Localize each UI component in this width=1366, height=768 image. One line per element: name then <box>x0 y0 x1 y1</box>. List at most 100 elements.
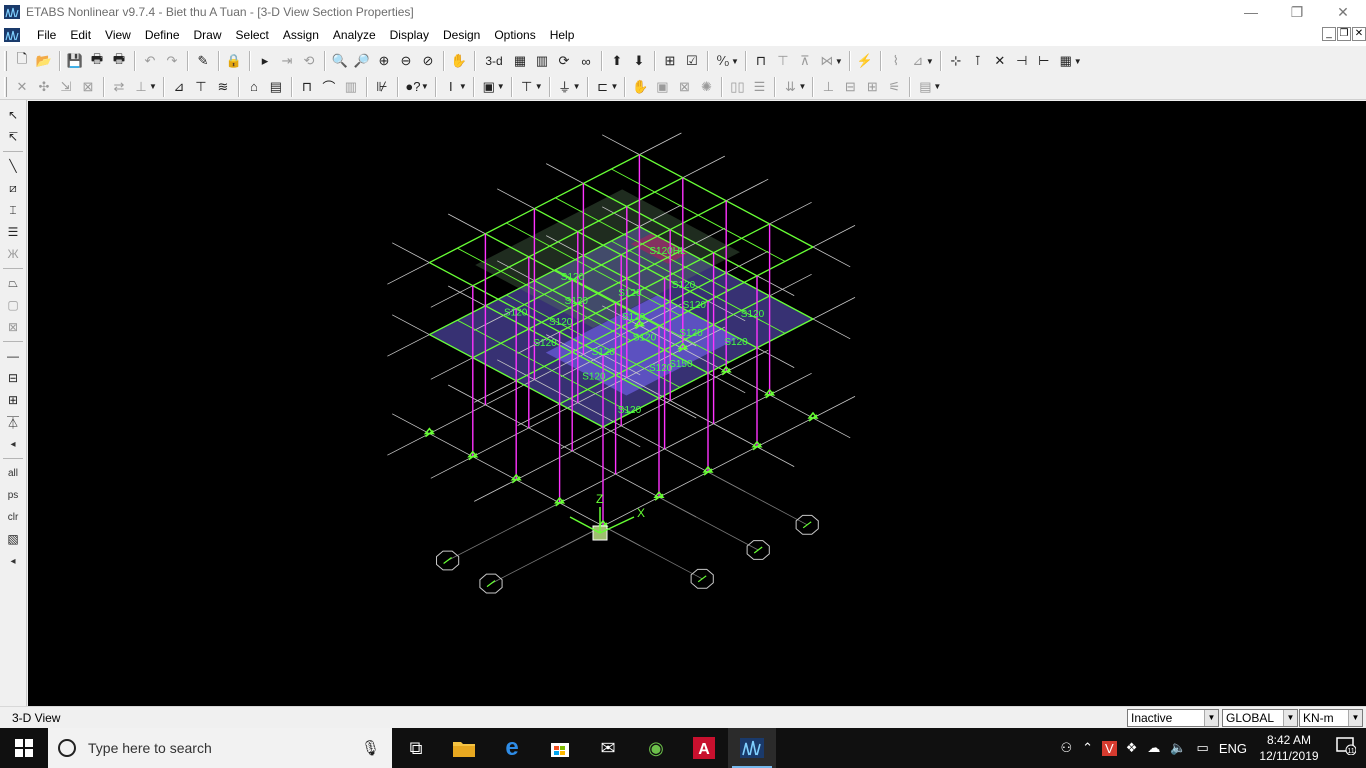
assign-3-icon[interactable]: ⊞ <box>861 76 883 98</box>
menu-define[interactable]: Define <box>138 28 187 42</box>
expand-left-icon[interactable]: ◂ <box>2 433 24 455</box>
taskbar-search-box[interactable]: Type here to search 🎙 <box>48 728 392 768</box>
lightning-icon[interactable]: ⚡ <box>854 50 876 72</box>
dropbox-icon[interactable]: ❖ <box>1121 740 1143 756</box>
chevron-down-icon[interactable]: ▼ <box>149 82 157 91</box>
chevron-down-icon[interactable]: ▼ <box>933 82 941 91</box>
chevron-down-icon[interactable]: ▼ <box>421 82 429 91</box>
mode-dropdown[interactable]: Inactive ▼ <box>1127 709 1219 727</box>
frame-releases-icon[interactable]: ⊤ <box>772 50 794 72</box>
chevron-down-icon[interactable]: ▼ <box>1348 710 1362 726</box>
frame-loads-icon[interactable]: ⊼ <box>794 50 816 72</box>
elevation-view-icon[interactable]: ▥ <box>531 50 553 72</box>
chevron-down-icon[interactable]: ▼ <box>459 82 467 91</box>
menu-analyze[interactable]: Analyze <box>326 28 383 42</box>
notification-center-icon[interactable]: 11 <box>1326 736 1366 760</box>
replicate-icon[interactable]: ✣ <box>33 76 55 98</box>
lock-icon[interactable]: 🔒 <box>223 50 245 72</box>
move-up-icon[interactable]: ⬆ <box>606 50 628 72</box>
menu-draw[interactable]: Draw <box>187 28 229 42</box>
clear-select-button[interactable]: clr <box>2 506 24 528</box>
zoom-previous-icon[interactable]: ⊘ <box>417 50 439 72</box>
edge-browser-icon[interactable]: e <box>488 728 536 768</box>
draw-line-icon[interactable]: ╲ <box>2 155 24 177</box>
select-all-button[interactable]: all <box>2 462 24 484</box>
snap-ends-icon[interactable]: ⊺ <box>967 50 989 72</box>
draw-wall-icon[interactable]: — <box>2 345 24 367</box>
menu-edit[interactable]: Edit <box>63 28 98 42</box>
draw-click-area-icon[interactable]: ⊠ <box>2 316 24 338</box>
zoom-window-icon[interactable]: 🔍 <box>329 50 351 72</box>
mdi-minimize-button[interactable]: _ <box>1322 27 1336 41</box>
chevron-down-icon[interactable]: ▼ <box>573 82 581 91</box>
redo-icon[interactable]: ↷ <box>161 50 183 72</box>
divide-icon[interactable]: ⊠ <box>77 76 99 98</box>
story-data-icon[interactable]: ⊤ <box>190 76 212 98</box>
chevron-down-icon[interactable]: ▼ <box>835 57 843 66</box>
maximize-button[interactable]: ❐ <box>1274 0 1320 24</box>
pan-icon[interactable]: ✋ <box>448 50 470 72</box>
assign-1-icon[interactable]: ⊥ <box>817 76 839 98</box>
previous-select-button[interactable]: ps <box>2 484 24 506</box>
menu-assign[interactable]: Assign <box>276 28 326 42</box>
move-down-icon[interactable]: ⬇ <box>628 50 650 72</box>
chevron-down-icon[interactable]: ▼ <box>1204 710 1218 726</box>
menu-design[interactable]: Design <box>436 28 487 42</box>
document-icon[interactable] <box>4 28 20 42</box>
toolbar-grip[interactable] <box>4 76 7 97</box>
diaphragm-icon[interactable]: ⊠ <box>673 76 695 98</box>
chevron-down-icon[interactable]: ▼ <box>798 82 806 91</box>
assign-2-icon[interactable]: ⊟ <box>839 76 861 98</box>
chevron-down-icon[interactable]: ▼ <box>497 82 505 91</box>
store-icon[interactable] <box>536 728 584 768</box>
app-green-icon[interactable]: ◉ <box>632 728 680 768</box>
3d-viewport[interactable]: S120 S120 S120 S120 S120 S120 S120 S120 S120 S120… <box>28 101 1366 706</box>
new-file-icon[interactable]: 🗋 <box>11 50 33 72</box>
mirror-icon[interactable]: ✕ <box>11 76 33 98</box>
menu-help[interactable]: Help <box>543 28 582 42</box>
draw-column-icon[interactable]: ⌶ <box>2 199 24 221</box>
v-app-icon[interactable]: V <box>1102 740 1117 756</box>
perspective-icon[interactable]: ∞ <box>575 50 597 72</box>
coord-system-dropdown[interactable]: GLOBAL ▼ <box>1222 709 1298 727</box>
chevron-down-icon[interactable]: ▼ <box>1074 57 1082 66</box>
frame-icon[interactable]: ⌂ <box>243 76 265 98</box>
print-tables-icon[interactable]: 🖶 <box>108 50 130 72</box>
object-shrink-icon[interactable]: ⊞ <box>659 50 681 72</box>
chevron-down-icon[interactable]: ▼ <box>926 57 934 66</box>
people-icon[interactable]: ⚇ <box>1055 740 1077 756</box>
view-3d-button[interactable]: 3-d <box>479 50 509 72</box>
save-icon[interactable]: 💾 <box>64 50 86 72</box>
microphone-icon[interactable]: 🎙 <box>361 739 380 757</box>
run-analysis-icon[interactable]: ▸ <box>254 50 276 72</box>
draw-walls-icon[interactable]: ⊟ <box>2 367 24 389</box>
windows-start-icon[interactable] <box>0 728 48 768</box>
draw-dimension-icon[interactable]: ⏄ <box>2 411 24 433</box>
task-view-icon[interactable]: ⧉ <box>392 728 440 768</box>
snap-intersect-icon[interactable]: ✕ <box>989 50 1011 72</box>
snap-points-icon[interactable]: ⊹ <box>945 50 967 72</box>
refresh-icon[interactable]: ⟲ <box>298 50 320 72</box>
clock[interactable]: 8:42 AM 12/11/2019 <box>1252 732 1326 764</box>
display-icon[interactable]: ▭ <box>1192 740 1214 756</box>
chevron-down-icon[interactable]: ▼ <box>611 82 619 91</box>
opening-icon[interactable]: ⌒ <box>318 76 340 98</box>
open-folder-icon[interactable]: 📂 <box>33 50 55 72</box>
draw-frame-icon[interactable]: ⧄ <box>2 177 24 199</box>
columns-icon[interactable]: ▯▯ <box>726 76 748 98</box>
grid-lines-icon[interactable]: ⊿ <box>168 76 190 98</box>
print-icon[interactable]: 🖶 <box>86 50 108 72</box>
intersecting-line-icon[interactable]: ▧ <box>2 528 24 550</box>
menu-select[interactable]: Select <box>229 28 276 42</box>
set-display-options-icon[interactable]: ☑ <box>681 50 703 72</box>
menu-file[interactable]: File <box>30 28 63 42</box>
toolbar-grip[interactable] <box>4 51 7 71</box>
show-hidden-icons-chevron-icon[interactable]: ⌃ <box>1077 740 1098 756</box>
draw-window-icon[interactable]: ⊞ <box>2 389 24 411</box>
reshape-icon[interactable]: ↸ <box>2 126 24 148</box>
autocad-icon[interactable]: A <box>680 728 728 768</box>
draw-beam-icon[interactable]: ☰ <box>2 221 24 243</box>
move-icon[interactable]: ⇲ <box>55 76 77 98</box>
assign-4-icon[interactable]: ⚟ <box>883 76 905 98</box>
draw-rect-area-icon[interactable]: ▢ <box>2 294 24 316</box>
